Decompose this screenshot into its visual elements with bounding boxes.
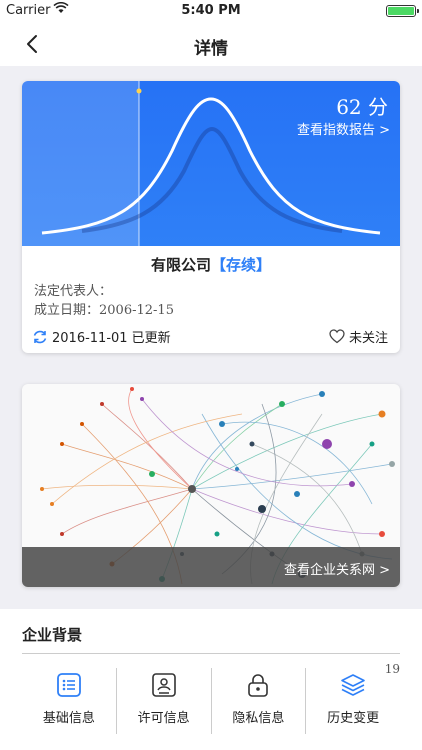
legal-representative: 法定代表人： <box>34 284 113 299</box>
index-chart: 62 分 查看指数报告 > <box>22 81 400 246</box>
section-title: 企业背景 <box>22 626 83 644</box>
view-network-link[interactable]: 查看企业关系网 > <box>22 547 400 587</box>
navigation-bar: 详情 <box>0 22 422 66</box>
status-bar: Carrier 5:40 PM <box>0 0 422 22</box>
basic-info-button[interactable]: 基础信息 <box>22 668 117 734</box>
list-icon <box>56 673 81 697</box>
company-score-card[interactable]: 62 分 查看指数报告 > 有限公司【存续】 法定代表人： 成立日期：2006-… <box>22 81 400 353</box>
relationship-network-card[interactable]: 查看企业关系网 > <box>22 384 400 587</box>
privacy-info-button[interactable]: 隐私信息 <box>212 668 307 734</box>
company-status-badge: 【存续】 <box>211 256 272 274</box>
refresh-icon <box>33 330 47 343</box>
view-report-link[interactable]: 查看指数报告 > <box>297 119 390 138</box>
history-changes-button[interactable]: 历史变更 <box>306 668 400 734</box>
clock: 5:40 PM <box>181 3 241 18</box>
update-status[interactable]: 2016-11-01 已更新 <box>32 327 171 346</box>
lock-icon <box>248 674 269 697</box>
follow-label: 未关注 <box>348 331 388 346</box>
history-changes-label: 历史变更 <box>327 711 380 726</box>
company-name: 有限公司 <box>150 256 211 274</box>
page-title: 详情 <box>194 39 228 59</box>
license-info-label: 许可信息 <box>137 711 190 726</box>
update-text: 2016-11-01 已更新 <box>52 331 171 346</box>
follow-button[interactable]: 未关注 <box>329 327 388 346</box>
enterprise-background-section: 企业背景 19 基础信息 许可信息 隐私信息 历史变更 <box>0 609 422 750</box>
privacy-info-label: 隐私信息 <box>232 711 285 726</box>
battery-icon <box>386 5 419 17</box>
established-date-row: 成立日期：2006-12-15 <box>34 299 174 318</box>
score-value: 62 分 <box>336 95 388 119</box>
background-grid: 基础信息 许可信息 隐私信息 历史变更 <box>22 668 400 746</box>
divider <box>22 653 400 654</box>
license-info-button[interactable]: 许可信息 <box>117 668 212 734</box>
established-label: 成立日期： <box>34 303 100 318</box>
heart-icon <box>329 329 345 344</box>
established-date: 2006-12-15 <box>99 303 174 318</box>
license-icon <box>151 673 176 697</box>
score-marker-dot <box>136 88 142 94</box>
company-name-row: 有限公司【存续】 <box>22 254 400 275</box>
basic-info-label: 基础信息 <box>42 711 95 726</box>
layers-icon <box>341 674 365 696</box>
